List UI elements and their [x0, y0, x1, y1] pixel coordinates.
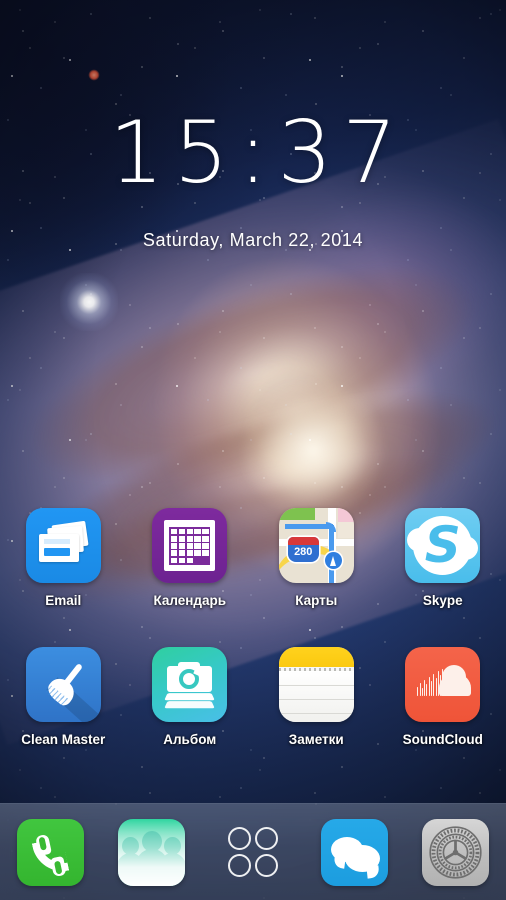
- highway-number: 280: [294, 546, 313, 558]
- home-screen: 15:37 Saturday, March 22, 2014 Email Кал…: [0, 0, 506, 900]
- email-icon[interactable]: [25, 508, 101, 583]
- app-grid: Email Календарь 280 Карты S Skype Clean …: [0, 508, 506, 747]
- clock-date: Saturday, March 22, 2014: [142, 230, 364, 250]
- app-row: Email Календарь 280 Карты S Skype: [0, 508, 506, 608]
- app-maps[interactable]: 280 Карты: [253, 508, 380, 608]
- app-calendar[interactable]: Календарь: [127, 508, 254, 608]
- app-clean-master[interactable]: Clean Master: [0, 647, 127, 747]
- app-notes[interactable]: Заметки: [253, 647, 380, 747]
- settings-gear-icon[interactable]: [421, 818, 489, 886]
- phone-icon[interactable]: [17, 818, 85, 886]
- app-soundcloud[interactable]: SoundCloud: [380, 647, 506, 747]
- app-skype[interactable]: S Skype: [380, 508, 506, 608]
- soundcloud-icon[interactable]: [405, 647, 481, 722]
- app-album[interactable]: Альбом: [127, 647, 254, 747]
- skype-letter: S: [424, 516, 461, 574]
- navigation-arrow-icon: [324, 552, 342, 569]
- clock-widget[interactable]: 15:37 Saturday, March 22, 2014: [0, 110, 506, 251]
- highway-shield: 280: [287, 537, 319, 562]
- app-label: Календарь: [153, 593, 227, 608]
- skype-icon[interactable]: S: [405, 508, 481, 583]
- app-label: Заметки: [288, 732, 344, 747]
- app-label: Email: [45, 593, 82, 608]
- app-label: SoundCloud: [402, 732, 483, 747]
- app-row: Clean Master Альбом Заметки SoundCloud: [0, 647, 506, 747]
- messages-icon[interactable]: [320, 818, 388, 886]
- app-email[interactable]: Email: [0, 508, 127, 608]
- gear-glyph: [429, 825, 482, 879]
- dock-item-phone[interactable]: [0, 818, 101, 886]
- dock-item-settings[interactable]: [405, 818, 506, 886]
- calendar-icon[interactable]: [152, 508, 228, 583]
- album-icon[interactable]: [152, 647, 228, 722]
- clean-master-icon[interactable]: [25, 647, 101, 722]
- clock-time: 15:37: [109, 103, 407, 203]
- app-label: Clean Master: [21, 732, 106, 747]
- maps-icon[interactable]: 280: [278, 508, 354, 583]
- app-label: Альбом: [163, 732, 217, 747]
- app-label: Карты: [295, 593, 338, 608]
- contacts-icon[interactable]: [118, 818, 186, 886]
- app-drawer-icon[interactable]: [227, 826, 279, 878]
- dock-item-messages[interactable]: [304, 818, 405, 886]
- dock: [0, 803, 506, 900]
- app-label: Skype: [422, 593, 463, 608]
- notes-icon[interactable]: [278, 647, 354, 722]
- dock-item-app-drawer[interactable]: [202, 826, 303, 878]
- dock-item-contacts[interactable]: [101, 818, 202, 886]
